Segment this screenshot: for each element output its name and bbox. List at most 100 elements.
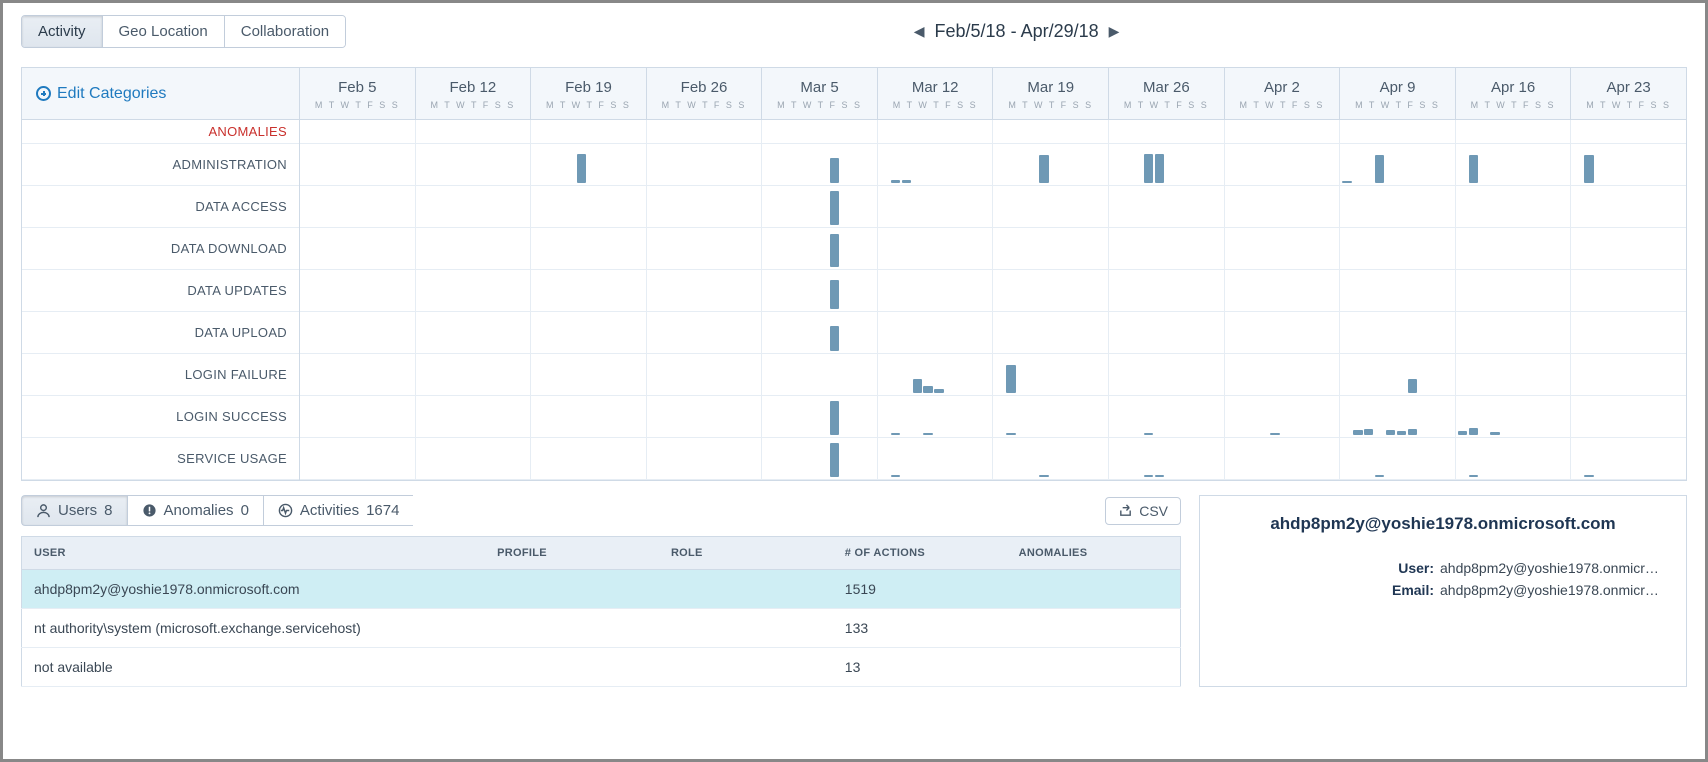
date-next-icon[interactable]: ▶ — [1109, 23, 1120, 40]
chart-cell — [762, 438, 878, 479]
bar — [891, 475, 901, 477]
chart-cell — [531, 396, 647, 437]
category-data-updates: DATA UPDATES — [22, 270, 299, 312]
tab-collaboration[interactable]: Collaboration — [225, 16, 345, 47]
col-header[interactable]: PROFILE — [485, 537, 659, 570]
chart-cell — [878, 438, 994, 479]
bar — [830, 401, 840, 435]
bar — [891, 180, 901, 183]
bar — [934, 389, 944, 393]
category-administration: ADMINISTRATION — [22, 144, 299, 186]
week-header: Apr 23M T W T F S S — [1571, 68, 1686, 119]
chart-cell — [878, 312, 994, 353]
bar — [1469, 155, 1479, 183]
chart-cell — [1109, 120, 1225, 143]
chart-cell — [762, 228, 878, 269]
cell-profile — [485, 648, 659, 687]
bar — [1144, 154, 1154, 183]
plus-circle-icon — [36, 86, 51, 101]
chart-cell — [531, 228, 647, 269]
chart-cell — [416, 120, 532, 143]
chart-cell — [416, 438, 532, 479]
chart-cell — [762, 270, 878, 311]
tab-users[interactable]: Users 8 — [21, 495, 127, 526]
table-row[interactable]: ahdp8pm2y@yoshie1978.onmicrosoft.com1519 — [22, 570, 1181, 609]
tab-geo-location[interactable]: Geo Location — [103, 16, 225, 47]
chart-cell — [1340, 354, 1456, 395]
export-csv-button[interactable]: CSV — [1105, 497, 1181, 525]
day-letters: M T W T F S S — [1355, 100, 1440, 110]
week-label: Feb 26 — [681, 79, 728, 96]
chart-cell — [531, 312, 647, 353]
category-data-upload: DATA UPLOAD — [22, 312, 299, 354]
chart-cell — [1456, 396, 1572, 437]
edit-categories-button[interactable]: Edit Categories — [22, 68, 299, 120]
category-anomalies: ANOMALIES — [22, 120, 299, 144]
col-header[interactable]: # OF ACTIONS — [833, 537, 1007, 570]
category-service-usage: SERVICE USAGE — [22, 438, 299, 480]
users-label: Users — [58, 502, 97, 519]
day-letters: M T W T F S S — [1586, 100, 1671, 110]
date-prev-icon[interactable]: ◀ — [914, 23, 925, 40]
chart-cell — [1225, 228, 1341, 269]
table-row[interactable]: not available13 — [22, 648, 1181, 687]
chart-cell — [1225, 120, 1341, 143]
day-letters: M T W T F S S — [546, 100, 631, 110]
chart-cell — [416, 312, 532, 353]
chart-cell — [1225, 438, 1341, 479]
tab-activities[interactable]: Activities 1674 — [263, 495, 414, 526]
main-tab-group: Activity Geo Location Collaboration — [21, 15, 346, 48]
chart-cell — [416, 396, 532, 437]
bar — [891, 433, 901, 435]
chart-row — [300, 312, 1686, 354]
chart-cell — [993, 186, 1109, 227]
chart-cell — [416, 354, 532, 395]
activities-label: Activities — [300, 502, 359, 519]
cell-profile — [485, 609, 659, 648]
col-header[interactable]: USER — [22, 537, 486, 570]
col-header[interactable]: ROLE — [659, 537, 833, 570]
bar — [1408, 429, 1418, 435]
tab-anomalies[interactable]: Anomalies 0 — [127, 495, 263, 526]
chart-cell — [531, 354, 647, 395]
col-header[interactable]: ANOMALIES — [1007, 537, 1181, 570]
chart-cell — [762, 312, 878, 353]
week-header: Feb 19M T W T F S S — [531, 68, 647, 119]
chart-cell — [647, 228, 763, 269]
chart-cell — [1456, 186, 1572, 227]
chart-cell — [1340, 144, 1456, 185]
detail-panel: ahdp8pm2y@yoshie1978.onmicrosoft.com Use… — [1199, 495, 1687, 687]
detail-email-key: Email: — [1220, 582, 1434, 598]
chart-cell — [647, 186, 763, 227]
chart-cell — [1340, 228, 1456, 269]
week-label: Feb 12 — [450, 79, 497, 96]
bar — [923, 433, 933, 435]
table-row[interactable]: nt authority\system (microsoft.exchange.… — [22, 609, 1181, 648]
chart-row — [300, 354, 1686, 396]
activities-count: 1674 — [366, 502, 399, 519]
week-label: Mar 19 — [1027, 79, 1074, 96]
chart-cell — [300, 312, 416, 353]
chart-cell — [1571, 186, 1686, 227]
chart-cell — [1571, 120, 1686, 143]
chart-cell — [1225, 354, 1341, 395]
detail-title: ahdp8pm2y@yoshie1978.onmicrosoft.com — [1220, 514, 1666, 534]
warning-icon — [142, 503, 157, 518]
day-letters: M T W T F S S — [1471, 100, 1556, 110]
chart-cell — [1340, 186, 1456, 227]
chart-cell — [1456, 228, 1572, 269]
tab-activity[interactable]: Activity — [22, 16, 103, 47]
bar — [1584, 155, 1594, 183]
bar — [1144, 433, 1154, 435]
week-label: Apr 16 — [1491, 79, 1535, 96]
day-letters: M T W T F S S — [1239, 100, 1324, 110]
bar — [830, 234, 840, 267]
chart-cell — [1571, 438, 1686, 479]
chart-cell — [1109, 144, 1225, 185]
chart-cell — [531, 438, 647, 479]
chart-cell — [878, 144, 994, 185]
chart-cell — [762, 186, 878, 227]
week-label: Mar 12 — [912, 79, 959, 96]
bar — [1375, 475, 1385, 477]
chart-cell — [300, 186, 416, 227]
